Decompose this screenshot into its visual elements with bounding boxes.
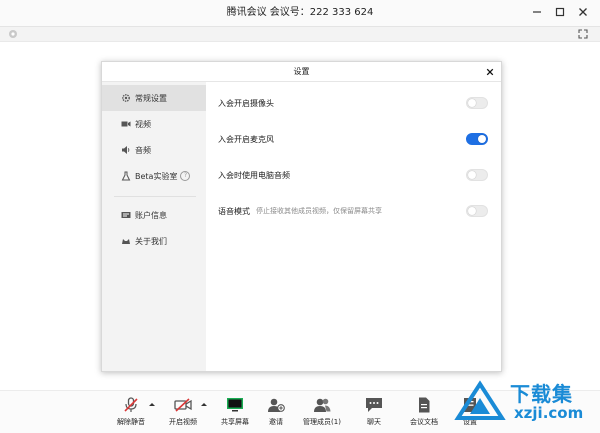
help-icon[interactable]: ?: [180, 171, 191, 181]
share-screen-button[interactable]: 共享屏幕: [218, 395, 252, 431]
document-icon: [413, 395, 435, 415]
setting-row-microphone: 入会开启麦克风: [218, 131, 488, 147]
invite-user-icon: [265, 395, 287, 415]
settings-nav: 常规设置 视频 音频 Beta实验室 ? 账户信息 关于我们: [102, 82, 206, 371]
start-video-button[interactable]: 开启视频: [166, 395, 200, 431]
camera-toggle[interactable]: [466, 97, 488, 109]
nav-item-label: 音频: [135, 145, 151, 155]
minimize-icon: [533, 11, 541, 13]
chat-button[interactable]: 聊天: [360, 395, 388, 431]
toolbar-label: 共享屏幕: [221, 418, 249, 426]
setting-row-computer-audio: 入会时使用电脑音频: [218, 167, 488, 183]
close-icon: [579, 8, 587, 16]
toolbar-label: 开启视频: [169, 418, 197, 426]
video-off-icon: [172, 395, 194, 415]
close-icon: [486, 68, 493, 75]
chat-icon: [363, 395, 385, 415]
microphone-muted-icon: [120, 395, 142, 415]
members-icon: [311, 395, 333, 415]
setting-row-camera: 入会开启摄像头: [218, 95, 488, 111]
speaker-icon: [121, 145, 131, 155]
invite-button[interactable]: 邀请: [262, 395, 290, 431]
meeting-docs-button[interactable]: 会议文档: [404, 395, 444, 431]
nav-item-label: 常规设置: [135, 93, 167, 103]
nav-item-about[interactable]: 关于我们: [102, 228, 206, 254]
meeting-info-strip: [0, 27, 600, 42]
window-title: 腾讯会议 会议号：222 333 624: [226, 7, 374, 18]
toolbar-label: 解除静音: [117, 418, 145, 426]
gear-icon: [121, 93, 131, 103]
voice-mode-toggle[interactable]: [466, 205, 488, 217]
dialog-header: 设置: [102, 62, 501, 82]
toolbar-label: 聊天: [367, 418, 381, 426]
cat-icon: [121, 236, 131, 246]
maximize-button[interactable]: [552, 4, 568, 20]
id-card-icon: [121, 210, 131, 220]
setting-label: 入会时使用电脑音频: [218, 170, 290, 180]
toolbar-label: 会议文档: [410, 418, 438, 426]
setting-label: 入会开启摄像头: [218, 98, 274, 108]
nav-item-label: 视频: [135, 119, 151, 129]
nav-item-label: 关于我们: [135, 236, 167, 246]
minimize-button[interactable]: [529, 4, 545, 20]
nav-item-label: Beta实验室: [135, 171, 178, 181]
site-watermark: 下载集 xzji.com: [452, 376, 598, 430]
computer-audio-toggle[interactable]: [466, 169, 488, 181]
flask-icon: [121, 171, 131, 181]
nav-item-audio[interactable]: 音频: [102, 137, 206, 163]
maximize-icon: [555, 7, 565, 17]
chevron-up-icon[interactable]: [200, 400, 208, 408]
toolbar-label: 管理成员(1): [303, 418, 341, 426]
toolbar-label: 邀请: [269, 418, 283, 426]
nav-item-label: 账户信息: [135, 210, 167, 220]
nav-item-general[interactable]: 常规设置: [102, 85, 206, 111]
manage-members-button[interactable]: 管理成员(1): [302, 395, 342, 431]
settings-dialog: 设置 常规设置 视频 音频 Beta实验室 ? 账户信息 关于我们 入会开启摄像…: [101, 61, 502, 372]
dialog-title: 设置: [293, 67, 310, 76]
nav-item-beta-lab[interactable]: Beta实验室 ?: [102, 163, 206, 189]
setting-note: 停止接收其他成员视频，仅保留屏幕共享: [256, 207, 382, 215]
watermark-url: xzji.com: [514, 404, 584, 422]
title-bar: 腾讯会议 会议号：222 333 624: [0, 0, 600, 27]
setting-label: 入会开启麦克风: [218, 134, 274, 144]
share-screen-icon: [224, 395, 246, 415]
nav-divider: [114, 196, 196, 197]
setting-label: 语音模式: [218, 206, 250, 216]
nav-item-video[interactable]: 视频: [102, 111, 206, 137]
shield-icon[interactable]: [8, 29, 18, 39]
watermark-text: 下载集: [510, 382, 573, 406]
close-window-button[interactable]: [575, 4, 591, 20]
setting-row-voice-mode: 语音模式 停止接收其他成员视频，仅保留屏幕共享: [218, 203, 488, 219]
chevron-up-icon[interactable]: [148, 400, 156, 408]
unmute-button[interactable]: 解除静音: [114, 395, 148, 431]
microphone-toggle[interactable]: [466, 133, 488, 145]
fullscreen-icon[interactable]: [578, 29, 588, 39]
nav-item-account[interactable]: 账户信息: [102, 202, 206, 228]
video-camera-icon: [121, 119, 131, 129]
watermark-logo-icon: [454, 380, 506, 420]
dialog-close-button[interactable]: [484, 66, 495, 77]
